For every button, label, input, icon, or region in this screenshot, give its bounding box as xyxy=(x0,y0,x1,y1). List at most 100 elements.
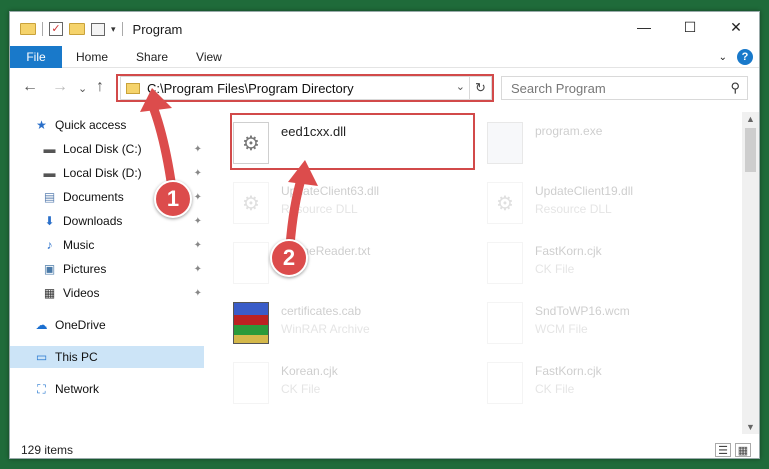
file-name: FastKorn.cjk xyxy=(535,244,602,258)
search-icon[interactable]: ⚲ xyxy=(730,80,740,96)
recent-locations-button[interactable]: ⌄ xyxy=(78,82,87,95)
text-file-icon xyxy=(233,242,269,284)
properties-check-icon[interactable]: ✓ xyxy=(49,22,63,36)
navigation-bar: ← → ⌄ ↑ C:\Program Files\Program Directo… xyxy=(10,74,759,102)
file-type: CK File xyxy=(535,382,575,396)
help-icon[interactable]: ? xyxy=(737,49,753,65)
pin-icon[interactable]: ✦ xyxy=(194,144,202,155)
callout-badge-two: 2 xyxy=(270,239,308,277)
sidebar-item-network[interactable]: ⛶ Network xyxy=(34,378,204,400)
ribbon-right-controls: ⌄ ? xyxy=(719,49,753,65)
pin-icon[interactable]: ✦ xyxy=(194,192,202,203)
download-icon: ⬇ xyxy=(44,214,55,228)
blank-file-icon xyxy=(233,362,269,404)
tab-file[interactable]: File xyxy=(10,45,62,68)
file-name: FastKorn.cjk xyxy=(535,364,602,378)
window-title: Program xyxy=(132,21,183,37)
blank-file-icon xyxy=(487,302,523,344)
file-type: WinRAR Archive xyxy=(281,322,370,336)
winrar-icon xyxy=(233,302,269,344)
tab-home[interactable]: Home xyxy=(62,50,122,64)
blank-file-icon xyxy=(487,242,523,284)
sidebar-item-this-pc[interactable]: ▭ This PC xyxy=(10,346,204,368)
ribbon-tabs: File Home Share View ⌄ ? xyxy=(10,45,759,68)
close-button[interactable]: ✕ xyxy=(713,12,759,42)
network-icon: ⛶ xyxy=(37,381,46,396)
computer-icon: ▭ xyxy=(35,350,48,364)
sidebar-item-label: Downloads xyxy=(63,214,123,228)
blank-file-icon xyxy=(487,362,523,404)
sidebar-item-pictures[interactable]: ▣ Pictures ✦ xyxy=(42,258,202,280)
pin-icon[interactable]: ✦ xyxy=(194,168,202,179)
tab-view[interactable]: View xyxy=(182,50,236,64)
search-input[interactable]: Search Program xyxy=(511,81,606,96)
tab-share[interactable]: Share xyxy=(122,50,182,64)
file-name: program.exe xyxy=(535,124,603,138)
callout-badge-one: 1 xyxy=(154,180,192,218)
file-item[interactable]: FastKorn.cjk CK File xyxy=(483,358,723,410)
search-box[interactable]: Search Program ⚲ xyxy=(501,76,748,100)
dll-gear-icon: ⚙ xyxy=(233,182,269,224)
sidebar-item-label: Pictures xyxy=(63,262,107,276)
file-type: Resource DLL xyxy=(535,202,612,216)
pin-icon[interactable]: ✦ xyxy=(194,240,202,251)
file-name: UpdateClient19.dll xyxy=(535,184,634,198)
folder-icon xyxy=(20,23,36,35)
sidebar-item-label: OneDrive xyxy=(55,318,106,332)
scroll-up-icon[interactable]: ▲ xyxy=(746,114,755,124)
sidebar-item-onedrive[interactable]: ☁ OneDrive xyxy=(34,314,204,336)
pin-icon[interactable]: ✦ xyxy=(194,264,202,275)
back-button[interactable]: ← xyxy=(22,78,38,96)
file-item[interactable]: OnlineReader.txt File xyxy=(229,238,469,290)
toolbar-divider xyxy=(42,22,43,36)
file-item[interactable]: certificates.cab WinRAR Archive xyxy=(229,298,469,350)
details-view-icon[interactable]: ☰ xyxy=(715,443,731,457)
dll-gear-icon: ⚙ xyxy=(487,182,523,224)
maximize-button[interactable]: ☐ xyxy=(667,12,713,42)
file-explorer-window: ✓ ▾ Program — ☐ ✕ File Home Share View ⌄… xyxy=(9,11,760,459)
sidebar-item-label: Network xyxy=(55,382,100,396)
up-button[interactable]: ↑ xyxy=(96,78,104,96)
navigation-pane: ★ Quick access ▬ Local Disk (C:) ✦ ▬ Loc… xyxy=(10,112,204,434)
pin-icon[interactable]: ✦ xyxy=(194,288,202,299)
toolbar-divider xyxy=(121,22,123,36)
forward-button[interactable]: → xyxy=(52,78,68,96)
file-type: Resource DLL xyxy=(281,202,358,216)
pictures-icon: ▣ xyxy=(43,262,56,276)
video-icon: ▦ xyxy=(43,286,56,300)
sidebar-item-music[interactable]: ♪ Music ✦ xyxy=(42,234,203,256)
vertical-scrollbar[interactable]: ▲ ▼ xyxy=(742,112,759,434)
sidebar-item-label: Local Disk (D:) xyxy=(63,166,142,180)
minimize-button[interactable]: — xyxy=(621,12,667,42)
file-name: SndToWP16.wcm xyxy=(535,304,630,318)
scroll-down-icon[interactable]: ▼ xyxy=(746,422,755,432)
file-type: CK File xyxy=(535,262,575,276)
sidebar-item-label: This PC xyxy=(55,350,98,364)
file-item[interactable]: Korean.cjk CK File xyxy=(229,358,469,410)
expand-ribbon-icon[interactable]: ⌄ xyxy=(719,52,727,63)
properties-icon[interactable] xyxy=(91,22,105,36)
file-highlight-box xyxy=(230,113,475,170)
music-icon: ♪ xyxy=(46,238,53,252)
star-icon: ★ xyxy=(36,118,47,132)
new-folder-icon[interactable] xyxy=(69,23,85,35)
status-bar: 129 items ☰ ▦ xyxy=(10,440,759,458)
sidebar-item-videos[interactable]: ▦ Videos ✦ xyxy=(42,282,202,304)
scroll-thumb[interactable] xyxy=(745,128,756,172)
large-icons-view-icon[interactable]: ▦ xyxy=(735,443,751,457)
customize-toolbar-dropdown-icon[interactable]: ▾ xyxy=(111,24,116,35)
file-item[interactable]: program.exe xyxy=(483,118,723,170)
pin-icon[interactable]: ✦ xyxy=(194,216,202,227)
documents-icon: ▤ xyxy=(43,190,56,204)
window-controls: — ☐ ✕ xyxy=(621,12,759,42)
file-name: certificates.cab xyxy=(281,304,362,318)
view-switcher: ☰ ▦ xyxy=(715,443,751,457)
file-name: UpdateClient63.dll xyxy=(281,184,380,198)
file-type: CK File xyxy=(281,382,321,396)
file-item[interactable]: ⚙ UpdateClient63.dll Resource DLL xyxy=(229,178,469,230)
file-item[interactable]: SndToWP16.wcm WCM File xyxy=(483,298,723,350)
sidebar-item-quick-access[interactable]: ★ Quick access xyxy=(34,114,194,136)
sidebar-item-local-disk-c[interactable]: ▬ Local Disk (C:) ✦ xyxy=(42,138,203,160)
file-item[interactable]: FastKorn.cjk CK File xyxy=(483,238,723,290)
file-item[interactable]: ⚙ UpdateClient19.dll Resource DLL xyxy=(483,178,723,230)
